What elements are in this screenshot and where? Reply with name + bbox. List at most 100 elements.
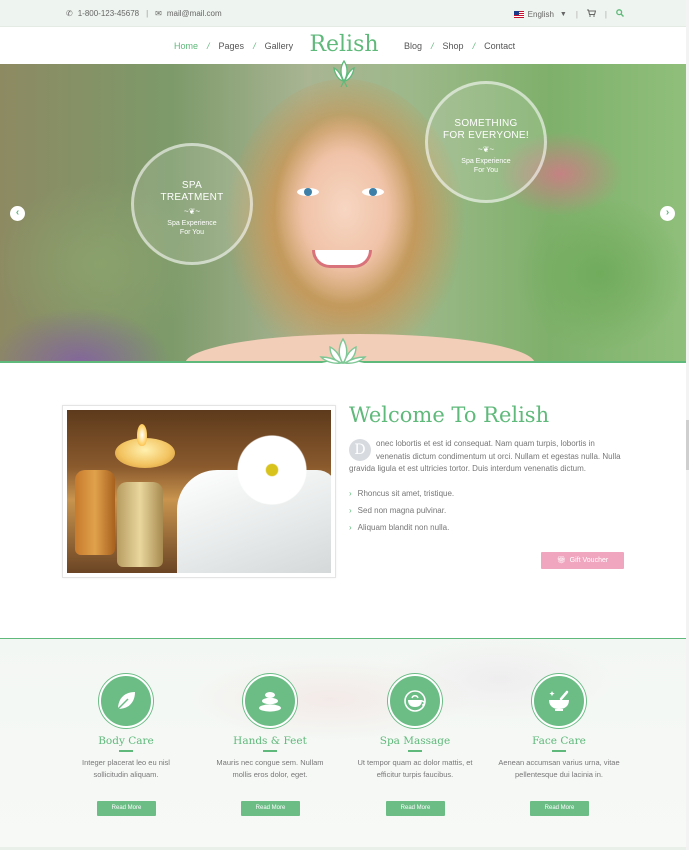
service-description: Ut tempor quam ac dolor mattis, et effic…	[343, 757, 487, 781]
envelope-icon: ✉	[155, 9, 162, 18]
service-name: Spa Massage	[379, 735, 451, 747]
logo-text: Relish	[309, 32, 379, 57]
desc-line: Integer placerat leo eu nisl	[82, 758, 170, 767]
nav-item-shop[interactable]: Shop	[443, 41, 464, 51]
nav-item-blog[interactable]: Blog	[404, 41, 422, 51]
slider-next-button[interactable]: ›	[660, 206, 675, 221]
uk-flag-icon	[513, 10, 524, 18]
phone-icon: ✆	[66, 9, 73, 18]
hero-eye	[297, 188, 319, 196]
phone-number[interactable]: 1-800-123-45678	[78, 9, 139, 18]
nav-separator: /	[431, 41, 434, 51]
teapot-icon	[404, 690, 426, 712]
welcome-photo	[62, 405, 336, 578]
badge-subtitle-line: Spa Experience	[461, 158, 511, 165]
badge-title-line: FOR EVERYONE!	[443, 130, 529, 141]
spa-treatment-badge[interactable]: SPA TREATMENT ~❦~ Spa Experience For You	[131, 143, 253, 265]
desc-line: mollis eros dolor, eget.	[232, 770, 308, 779]
service-underline	[408, 750, 422, 752]
badge-title-line: TREATMENT	[160, 192, 224, 203]
nav-item-contact[interactable]: Contact	[484, 41, 515, 51]
desc-line: sollicitudin aliquam.	[93, 770, 159, 779]
list-item: › Sed non magna pulvinar.	[349, 506, 454, 523]
nav-menu-left: Home / Pages / Gallery	[174, 41, 293, 51]
desc-line: efficitur turpis faucibus.	[376, 770, 454, 779]
service-name: Face Care	[532, 735, 586, 747]
read-more-button[interactable]: Read More	[530, 801, 589, 816]
hero-eye	[362, 188, 384, 196]
desc-line: Ut tempor quam ac dolor mattis, et	[357, 758, 473, 767]
service-underline	[263, 750, 277, 752]
nav-item-pages[interactable]: Pages	[219, 41, 245, 51]
read-more-button[interactable]: Read More	[386, 801, 445, 816]
list-item: › Aliquam blandit non nulla.	[349, 523, 454, 540]
desc-line: pellentesque dui lacinia in.	[515, 770, 603, 779]
badge-title-line: SPA	[181, 180, 203, 191]
divider: |	[604, 9, 607, 19]
badge-subtitle-line: For You	[473, 167, 499, 174]
welcome-bullet-list: › Rhoncus sit amet, tristique. › Sed non m…	[349, 489, 454, 540]
divider: |	[146, 9, 149, 18]
service-icon-circle	[99, 674, 153, 728]
service-icon-circle	[388, 674, 442, 728]
top-bar: ✆ 1-800-123-45678 | ✉ mail@mail.com Engl…	[0, 0, 689, 27]
daisy-flower	[232, 430, 312, 510]
welcome-paragraph: D onec lobortis et est id consequat. Nam…	[349, 438, 629, 476]
chevron-right-icon: ›	[349, 489, 352, 498]
nav-item-gallery[interactable]: Gallery	[265, 41, 294, 51]
service-underline	[119, 750, 133, 752]
ornament-icon: ~❦~	[183, 207, 201, 216]
welcome-title: Welcome To Relish	[349, 403, 550, 427]
list-item-text: Aliquam blandit non nulla.	[357, 523, 450, 532]
service-description: Aenean accumsan varius urna, vitae pelle…	[487, 757, 631, 781]
leaf-icon	[117, 692, 135, 710]
hero-smile	[312, 250, 372, 268]
nav-separator: /	[207, 41, 210, 51]
read-more-button[interactable]: Read More	[97, 801, 156, 816]
cart-icon[interactable]	[586, 9, 597, 19]
something-for-everyone-badge[interactable]: SOMETHING FOR EVERYONE! ~❦~ Spa Experien…	[425, 81, 547, 203]
badge-subtitle-line: Spa Experience	[167, 220, 217, 227]
chevron-right-icon: ›	[349, 523, 352, 532]
top-bar-right: English ▼ | |	[513, 9, 624, 19]
read-more-button[interactable]: Read More	[241, 801, 300, 816]
language-label: English	[527, 9, 554, 19]
site-logo[interactable]: Relish	[298, 29, 390, 88]
nav-item-home[interactable]: Home	[174, 41, 198, 51]
language-selector[interactable]: English ▼	[513, 9, 567, 19]
service-name: Hands & Feet	[233, 735, 307, 747]
services-section: Body Care Integer placerat leo eu nisl s…	[0, 638, 686, 850]
search-icon[interactable]	[616, 9, 624, 19]
caret-down-icon: ▼	[559, 10, 567, 18]
nav-separator: /	[253, 41, 256, 51]
welcome-paragraph-text: onec lobortis et est id consequat. Nam q…	[349, 439, 621, 473]
service-description: Mauris nec congue sem. Nullam mollis ero…	[198, 757, 342, 781]
nav-separator: /	[472, 41, 476, 51]
chevron-right-icon: ›	[349, 506, 352, 515]
divider: |	[575, 9, 578, 19]
gift-voucher-label: Gift Voucher	[569, 557, 609, 564]
slider-prev-button[interactable]: ‹	[10, 206, 25, 221]
dropcap: D	[349, 439, 371, 461]
candle-flame	[137, 424, 147, 446]
oil-bottle	[117, 482, 163, 567]
list-item-text: Rhoncus sit amet, tristique.	[357, 489, 455, 498]
logo-lotus-icon	[333, 59, 355, 88]
spa-candle-towel-image	[67, 410, 331, 573]
contact-info: ✆ 1-800-123-45678 | ✉ mail@mail.com	[66, 9, 222, 18]
service-icon-circle	[532, 674, 586, 728]
service-description: Integer placerat leo eu nisl sollicitudi…	[54, 757, 198, 781]
lotus-icon	[319, 337, 367, 369]
service-name: Body Care	[98, 735, 154, 747]
badge-subtitle-line: For You	[179, 229, 205, 236]
desc-line: Mauris nec congue sem. Nullam	[216, 758, 324, 767]
email-link[interactable]: mail@mail.com	[167, 9, 222, 18]
gift-voucher-button[interactable]: 🎁︎ Gift Voucher	[541, 552, 624, 569]
desc-line: Aenean accumsan varius urna, vitae	[498, 758, 620, 767]
gift-icon: 🎁︎	[556, 557, 566, 564]
badge-title-line: SOMETHING	[454, 118, 518, 129]
stones-icon	[259, 692, 281, 712]
list-item-text: Sed non magna pulvinar.	[357, 506, 447, 515]
nav-menu-right: Blog / Shop / Contact	[404, 41, 515, 51]
oil-bottle	[75, 470, 115, 555]
